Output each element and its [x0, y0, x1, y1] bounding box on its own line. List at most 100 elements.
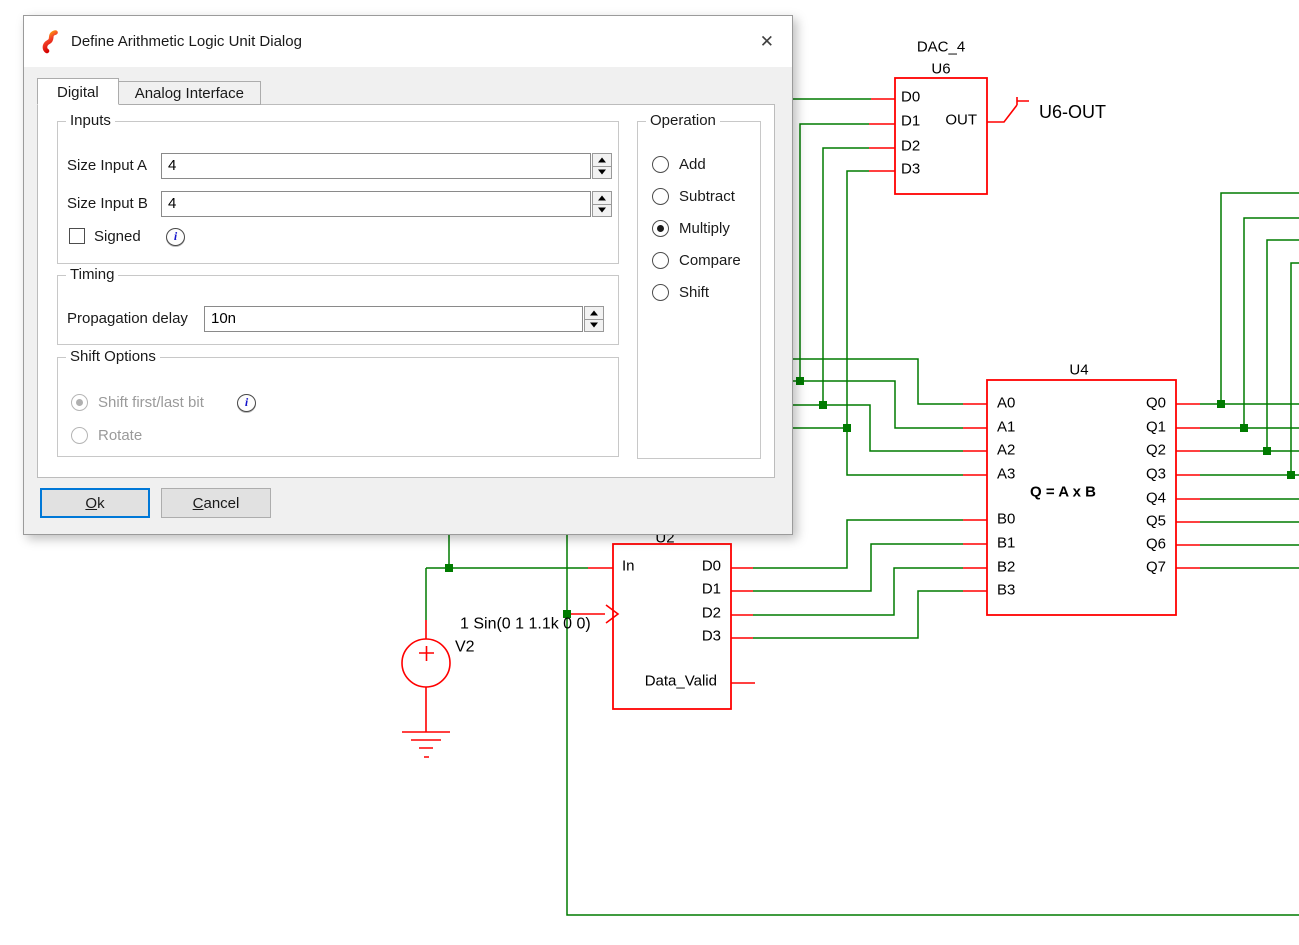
- wire-dac-d1[interactable]: [800, 124, 869, 381]
- spin-up-icon[interactable]: [584, 306, 604, 320]
- rotate-radio: [71, 427, 88, 444]
- wire-dac-d3[interactable]: [847, 171, 869, 428]
- spin-down-icon[interactable]: [592, 205, 612, 218]
- wire-dac-d2[interactable]: [823, 148, 869, 405]
- shift-first-last-label: Shift first/last bit: [98, 393, 204, 413]
- wire-bottom-bus[interactable]: [567, 520, 1299, 915]
- size-input-a-field[interactable]: 4: [161, 153, 591, 179]
- dac-ref-label: U6: [931, 61, 950, 78]
- alu-a-pin-stubs[interactable]: [963, 404, 987, 475]
- junction: [843, 424, 851, 432]
- tab-bar: Digital Analog Interface: [37, 78, 261, 105]
- info-icon[interactable]: i: [237, 394, 256, 412]
- adc-pin-label: In: [622, 558, 635, 575]
- wire-q0[interactable]: [1200, 193, 1299, 404]
- alu-pin-label: A2: [997, 442, 1015, 459]
- dialog-titlebar[interactable]: Define Arithmetic Logic Unit Dialog ✕: [24, 16, 792, 67]
- adc-pin-label: D1: [702, 581, 721, 598]
- shift-first-last-radio: [71, 394, 88, 411]
- junction: [1287, 471, 1295, 479]
- operation-add-label: Add: [679, 155, 706, 175]
- info-icon[interactable]: i: [166, 228, 185, 246]
- alu-pin-label: Q2: [1146, 442, 1166, 459]
- source-ref-label[interactable]: V2: [455, 639, 475, 656]
- junction: [445, 564, 453, 572]
- dialog-title: Define Arithmetic Logic Unit Dialog: [71, 16, 302, 67]
- propagation-delay-spinner[interactable]: [584, 306, 604, 332]
- alu-pin-label: A0: [997, 395, 1015, 412]
- timing-group-legend: Timing: [66, 266, 118, 283]
- alu-q-pin-stubs[interactable]: [1176, 404, 1200, 568]
- spin-down-icon[interactable]: [592, 167, 612, 180]
- ok-button-label: k: [97, 495, 105, 512]
- operation-shift-label: Shift: [679, 283, 709, 303]
- alu-pin-label: A3: [997, 466, 1015, 483]
- close-icon[interactable]: ✕: [760, 16, 774, 67]
- operation-shift-radio[interactable]: [652, 284, 669, 301]
- alu-pin-label: Q1: [1146, 419, 1166, 436]
- alu-pin-label: B1: [997, 535, 1015, 552]
- adc-pin-label: D2: [702, 605, 721, 622]
- dac-out-terminal[interactable]: [987, 97, 1029, 122]
- wire-q2[interactable]: [1200, 240, 1299, 451]
- alu-pin-label: Q7: [1146, 559, 1166, 576]
- spin-up-icon[interactable]: [592, 191, 612, 205]
- cancel-button-label: C: [193, 495, 204, 512]
- junction: [1240, 424, 1248, 432]
- dac-pin-stubs[interactable]: [869, 99, 895, 171]
- app-icon: [39, 30, 61, 54]
- operation-subtract-radio[interactable]: [652, 188, 669, 205]
- alu-pin-label: Q3: [1146, 466, 1166, 483]
- tab-digital[interactable]: Digital: [37, 78, 119, 105]
- alu-pin-label: B2: [997, 559, 1015, 576]
- inputs-group-legend: Inputs: [66, 112, 115, 129]
- adc-pin-label: Data_Valid: [645, 673, 717, 690]
- operation-compare-label: Compare: [679, 251, 741, 271]
- shift-options-group-legend: Shift Options: [66, 348, 160, 365]
- size-input-b-label: Size Input B: [67, 191, 148, 217]
- dac-out-pin-label: OUT: [945, 112, 977, 129]
- operation-subtract-label: Subtract: [679, 187, 735, 207]
- cancel-button[interactable]: Cancel: [161, 488, 271, 518]
- size-input-a-label: Size Input A: [67, 153, 147, 179]
- alu-pin-label: Q5: [1146, 513, 1166, 530]
- operation-group-legend: Operation: [646, 112, 720, 129]
- dac-pin-label: D2: [901, 138, 920, 155]
- size-input-b-spinner[interactable]: [592, 191, 612, 217]
- junction: [819, 401, 827, 409]
- signed-label: Signed: [94, 227, 141, 247]
- cancel-button-label: ancel: [203, 495, 239, 512]
- ground-icon[interactable]: [402, 732, 450, 757]
- alu-pin-label: Q0: [1146, 395, 1166, 412]
- size-input-a-spinner[interactable]: [592, 153, 612, 179]
- adc-pin-label: D0: [702, 558, 721, 575]
- size-input-b-field[interactable]: 4: [161, 191, 591, 217]
- operation-add-radio[interactable]: [652, 156, 669, 173]
- alu-ref-label: U4: [1069, 362, 1088, 379]
- dac-pin-label: D3: [901, 161, 920, 178]
- wire-q1[interactable]: [1200, 218, 1299, 428]
- source-value-label[interactable]: 1 Sin(0 1 1.1k 0 0): [460, 616, 591, 633]
- signed-checkbox[interactable]: [69, 228, 85, 244]
- operation-multiply-radio[interactable]: [652, 220, 669, 237]
- junction: [796, 377, 804, 385]
- adc-clock-arrow-icon: [606, 605, 618, 623]
- operation-compare-radio[interactable]: [652, 252, 669, 269]
- ok-button[interactable]: Ok: [40, 488, 150, 518]
- adc-pin-label: D3: [702, 628, 721, 645]
- terminal-label[interactable]: U6-OUT: [1039, 102, 1106, 122]
- dac-pin-label: D0: [901, 89, 920, 106]
- wire-q3[interactable]: [1200, 263, 1299, 475]
- source-plus-icon: [419, 646, 434, 661]
- spin-up-icon[interactable]: [592, 153, 612, 167]
- dac-pin-label: D1: [901, 113, 920, 130]
- alu-pin-label: B3: [997, 582, 1015, 599]
- junction: [1263, 447, 1271, 455]
- alu-pin-label: A1: [997, 419, 1015, 436]
- propagation-delay-label: Propagation delay: [67, 306, 188, 332]
- propagation-delay-field[interactable]: 10n: [204, 306, 583, 332]
- tab-analog-interface[interactable]: Analog Interface: [119, 81, 261, 105]
- alu-pin-label: Q6: [1146, 536, 1166, 553]
- spin-down-icon[interactable]: [584, 320, 604, 333]
- alu-b-pin-stubs[interactable]: [963, 520, 987, 591]
